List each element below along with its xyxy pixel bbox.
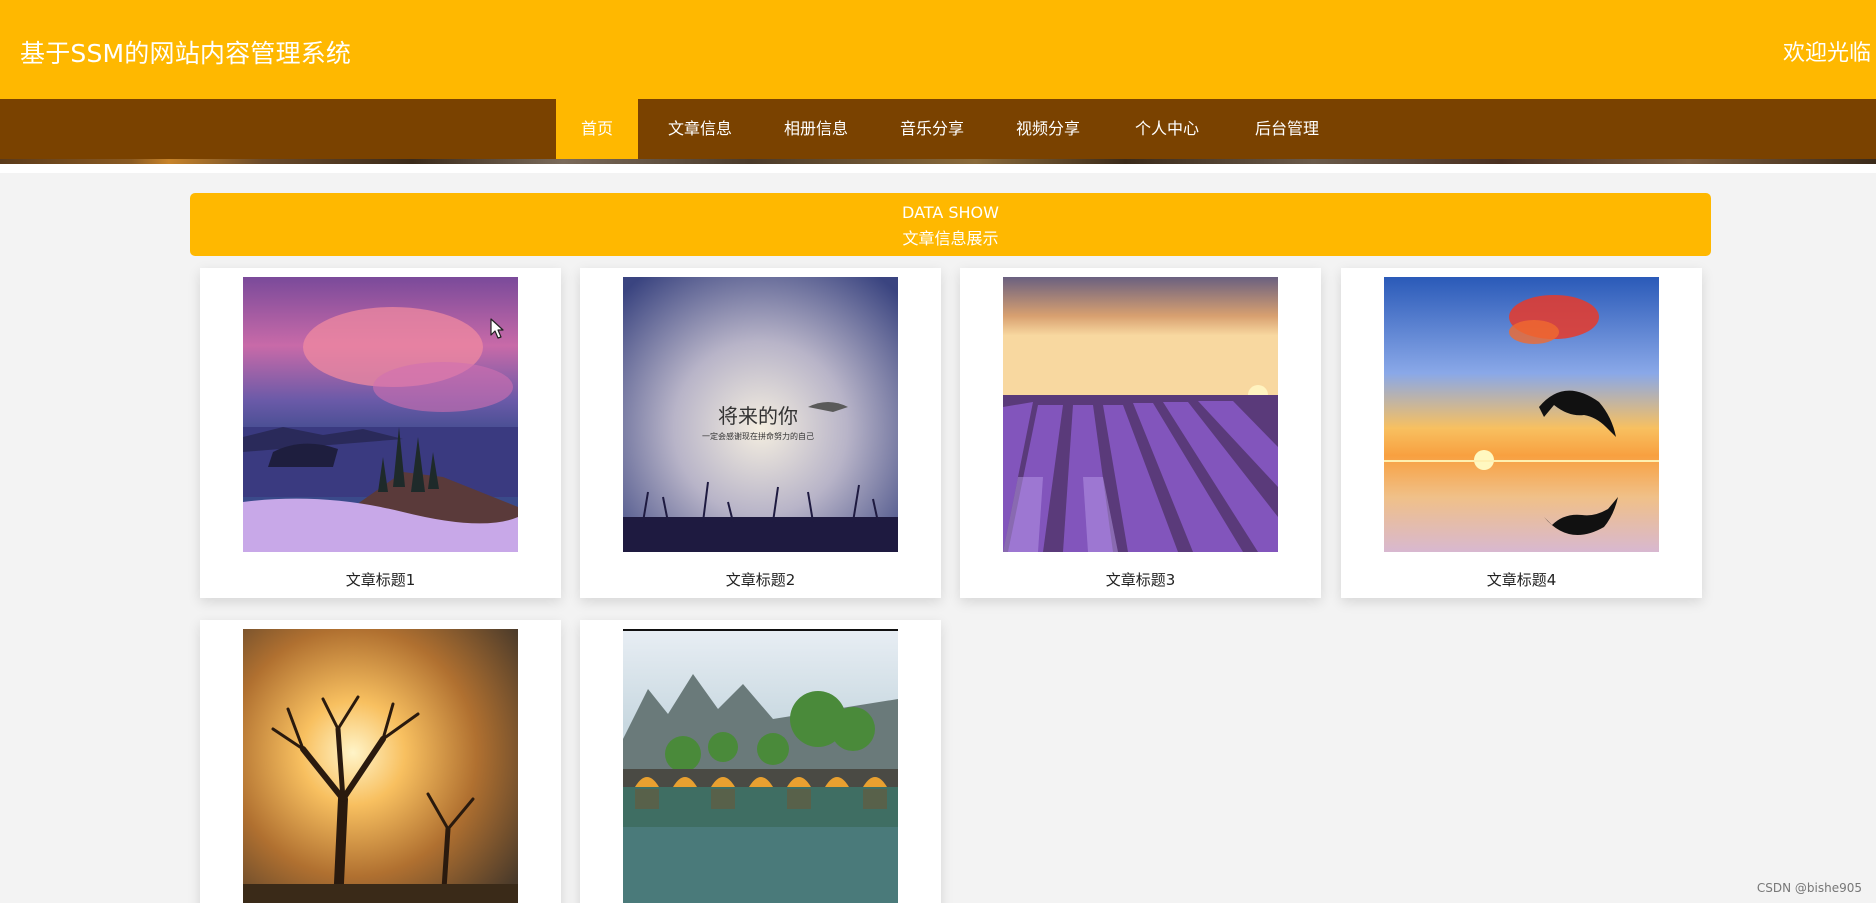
lavender-field-image: [1003, 277, 1278, 552]
mountain-lake-image: [243, 277, 518, 552]
site-title: 基于SSM的网站内容管理系统: [20, 39, 352, 68]
watermark: CSDN @bishe905: [1756, 881, 1862, 895]
section-title-cn: 文章信息展示: [902, 229, 999, 248]
tree-sunrise-image: [243, 629, 518, 903]
nav-item-music[interactable]: 音乐分享: [886, 99, 978, 159]
banner-divider: [0, 164, 1876, 173]
article-title[interactable]: 文章标题2: [580, 569, 941, 590]
top-header: 基于SSM的网站内容管理系统 欢迎光临: [0, 0, 1876, 99]
article-thumbnail[interactable]: [623, 629, 898, 903]
nav-item-video[interactable]: 视频分享: [1002, 99, 1094, 159]
stone-bridge-image: [623, 629, 898, 903]
nav-item-articles[interactable]: 文章信息: [654, 99, 746, 159]
sky-poem-image: 将来的你 一定会感谢现在拼命努力的自己: [623, 277, 898, 552]
article-thumbnail[interactable]: [243, 277, 518, 552]
nav-item-admin[interactable]: 后台管理: [1241, 99, 1333, 159]
article-title[interactable]: 文章标题1: [200, 569, 561, 590]
article-card[interactable]: 文章标题1: [200, 268, 561, 598]
article-card[interactable]: 文章标题3: [960, 268, 1321, 598]
article-thumbnail[interactable]: [1003, 277, 1278, 552]
article-thumbnail[interactable]: [243, 629, 518, 903]
nav-item-profile[interactable]: 个人中心: [1121, 99, 1213, 159]
welcome-text: 欢迎光临: [1782, 41, 1871, 66]
article-thumbnail[interactable]: 将来的你 一定会感谢现在拼命努力的自己: [623, 277, 898, 552]
section-header: DATA SHOW 文章信息展示: [190, 193, 1711, 256]
poem-title: 将来的你: [718, 404, 798, 428]
article-card[interactable]: 将来的你 一定会感谢现在拼命努力的自己 文章标题2: [580, 268, 941, 598]
dolphin-sunset-image: [1384, 277, 1659, 552]
nav-item-albums[interactable]: 相册信息: [770, 99, 862, 159]
article-card[interactable]: [200, 620, 561, 903]
poem-subtitle: 一定会感谢现在拼命努力的自己: [702, 431, 814, 441]
article-thumbnail[interactable]: [1384, 277, 1659, 552]
article-title[interactable]: 文章标题3: [960, 569, 1321, 590]
article-card[interactable]: [580, 620, 941, 903]
article-title[interactable]: 文章标题4: [1341, 569, 1702, 590]
article-card[interactable]: 文章标题4: [1341, 268, 1702, 598]
main-nav: 首页 文章信息 相册信息 音乐分享 视频分享 个人中心 后台管理: [0, 99, 1876, 159]
nav-item-home[interactable]: 首页: [556, 99, 638, 159]
mouse-cursor-icon: [490, 318, 504, 339]
section-title-en: DATA SHOW: [902, 203, 999, 222]
